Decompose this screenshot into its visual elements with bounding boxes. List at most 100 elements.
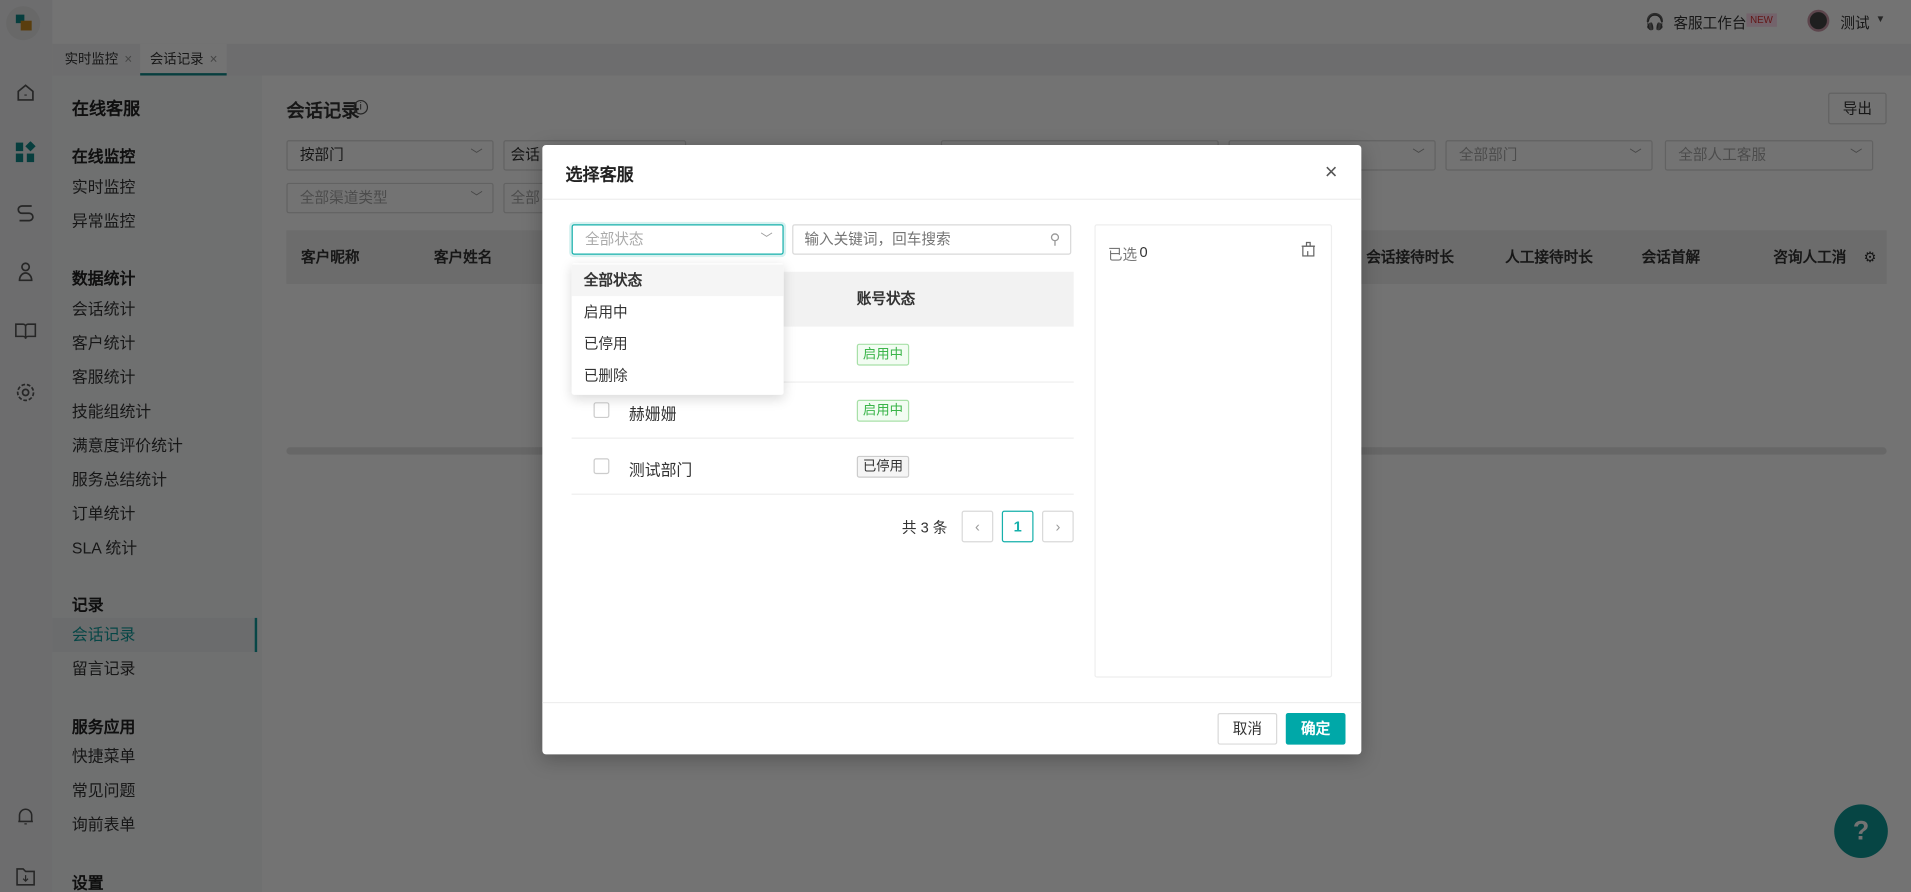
- sidebar-title: 在线客服: [71, 98, 141, 119]
- app: 🎧 客服工作台 NEW 测试 ▼ 实时监控 × 会话记录 × 在线客服 在线监控 实…: [0, 0, 1911, 892]
- dropdown-option[interactable]: 全部状态: [571, 264, 784, 297]
- selected-label: 已选: [1107, 246, 1138, 264]
- column-header: 客户姓名: [433, 248, 493, 266]
- close-icon[interactable]: ×: [1325, 160, 1338, 186]
- divider: [542, 702, 1362, 704]
- export-button[interactable]: 导出: [1828, 92, 1887, 125]
- department-mode-select[interactable]: 按部门 ﹀: [286, 140, 494, 171]
- sidebar-item[interactable]: 实时监控: [52, 171, 257, 205]
- select-value: 全部部门: [1458, 146, 1518, 164]
- dropdown-option[interactable]: 启用中: [572, 296, 784, 328]
- column-header[interactable]: 会话接待时长: [1366, 230, 1454, 284]
- tab-realtime-monitor[interactable]: 实时监控 ×: [55, 44, 142, 76]
- selected-count: 0: [1139, 243, 1148, 261]
- search-icon[interactable]: ⚲: [1050, 225, 1061, 253]
- caret-down-icon[interactable]: ▼: [1876, 13, 1886, 24]
- settings-icon[interactable]: [12, 379, 39, 406]
- sidebar-item[interactable]: 技能组统计: [52, 395, 257, 429]
- sidebar-group: 设置: [71, 873, 104, 892]
- table-row[interactable]: 测试部门 已停用: [571, 439, 1074, 495]
- department-select[interactable]: 全部部门 ﹀: [1445, 140, 1653, 171]
- dialog-title: 选择客服: [565, 164, 634, 185]
- prev-page-button[interactable]: ‹: [961, 510, 994, 543]
- tab-label: 会话记录: [149, 52, 204, 68]
- book-icon[interactable]: [12, 318, 39, 345]
- sidebar-item[interactable]: 服务总结统计: [52, 463, 257, 497]
- total-count: 共 3 条: [901, 519, 948, 537]
- confirm-button[interactable]: 确定: [1285, 712, 1346, 745]
- select-value: 全部人工客服: [1678, 146, 1766, 164]
- column-header: 客户昵称: [301, 248, 360, 266]
- channel-type-select[interactable]: 全部渠道类型 ﹀: [286, 182, 494, 214]
- agent-select[interactable]: 全部人工客服 ﹀: [1664, 140, 1874, 171]
- sidebar-item-active[interactable]: 会话记录: [52, 617, 258, 653]
- sidebar-item[interactable]: 会话统计: [52, 293, 257, 327]
- select-value: 全部渠道类型: [299, 188, 388, 206]
- bell-icon[interactable]: [12, 803, 39, 830]
- new-badge: NEW: [1746, 13, 1777, 27]
- sidebar-item[interactable]: 满意度评价统计: [52, 429, 257, 463]
- gear-icon[interactable]: ⚙: [1863, 230, 1876, 284]
- headset-icon: 🎧: [1645, 12, 1666, 31]
- sidebar-item[interactable]: 异常监控: [52, 205, 257, 239]
- agent-name: 测试部门: [628, 460, 693, 479]
- row-checkbox[interactable]: [593, 402, 610, 419]
- search-box[interactable]: ⚲: [792, 224, 1072, 255]
- sidebar-item[interactable]: 询前表单: [52, 808, 257, 842]
- column-header: 咨询人工消: [1773, 248, 1847, 266]
- close-icon[interactable]: ×: [210, 52, 218, 67]
- tabs-bar: 实时监控 × 会话记录 ×: [52, 43, 1911, 76]
- select-value: 按部门: [299, 146, 344, 164]
- download-folder-icon[interactable]: [12, 863, 39, 890]
- page-title: 会话记录: [286, 101, 360, 122]
- logo: [6, 6, 41, 41]
- row-checkbox[interactable]: [593, 458, 610, 475]
- chevron-down-icon: ﹀: [760, 232, 773, 247]
- user-icon[interactable]: [12, 258, 39, 285]
- selected-panel: 已选 0: [1094, 224, 1333, 678]
- sidebar: 在线客服 在线监控 实时监控 异常监控 数据统计 会话统计 客户统计 客服统计 …: [52, 75, 263, 892]
- page-1-button[interactable]: 1: [1001, 510, 1034, 543]
- status-dropdown-menu: 全部状态 启用中 已停用 已删除: [571, 263, 784, 395]
- search-input[interactable]: [793, 225, 1038, 253]
- clear-trash-icon[interactable]: [1300, 240, 1316, 261]
- sidebar-item[interactable]: 客户统计: [52, 327, 257, 361]
- sidebar-item[interactable]: 常见问题: [52, 774, 257, 808]
- tab-session-records[interactable]: 会话记录 ×: [140, 43, 228, 76]
- sidebar-item[interactable]: 留言记录: [52, 652, 257, 686]
- divider: [542, 198, 1362, 200]
- user-name[interactable]: 测试: [1840, 12, 1869, 33]
- chevron-down-icon: ﹀: [1850, 148, 1863, 163]
- sidebar-item[interactable]: SLA 统计: [52, 531, 257, 565]
- cancel-button[interactable]: 取消: [1217, 712, 1278, 745]
- sidebar-item[interactable]: 客服统计: [52, 361, 257, 395]
- avatar[interactable]: [1807, 9, 1830, 32]
- status-badge: 启用中: [856, 399, 910, 422]
- chevron-down-icon: ﹀: [1412, 148, 1425, 163]
- column-header: 会话首解: [1641, 248, 1701, 266]
- workbench-link[interactable]: 客服工作台: [1673, 12, 1746, 33]
- route-icon[interactable]: [12, 200, 39, 227]
- close-icon[interactable]: ×: [124, 52, 132, 67]
- info-icon[interactable]: i: [353, 99, 369, 115]
- column-header: 账号状态: [856, 290, 916, 308]
- top-header: 🎧 客服工作台 NEW 测试 ▼: [52, 0, 1911, 44]
- agent-name: 赫姗姗: [628, 404, 677, 423]
- next-page-button[interactable]: ›: [1042, 510, 1074, 543]
- status-badge: 启用中: [856, 343, 910, 366]
- help-chat-button[interactable]: ?: [1834, 804, 1888, 858]
- status-badge: 已停用: [856, 455, 910, 478]
- select-agent-dialog: 选择客服 × 全部状态 ﹀ ⚲ 账号状态 启用中 赫姗姗 启用中 测试部门 已停用…: [542, 145, 1362, 755]
- dashboard-icon[interactable]: [12, 139, 39, 166]
- sidebar-item[interactable]: 订单统计: [52, 497, 257, 531]
- status-select[interactable]: 全部状态 ﹀: [571, 224, 784, 255]
- chevron-down-icon: ﹀: [470, 191, 483, 205]
- dropdown-option[interactable]: 已删除: [572, 360, 784, 392]
- dropdown-option[interactable]: 已停用: [572, 328, 784, 360]
- sidebar-group: 记录: [71, 595, 104, 615]
- chevron-down-icon: ﹀: [470, 148, 483, 163]
- sidebar-item[interactable]: 快捷菜单: [52, 740, 257, 774]
- chevron-down-icon: ﹀: [1629, 148, 1642, 163]
- home-icon[interactable]: [12, 79, 39, 106]
- sidebar-group: 数据统计: [71, 269, 136, 288]
